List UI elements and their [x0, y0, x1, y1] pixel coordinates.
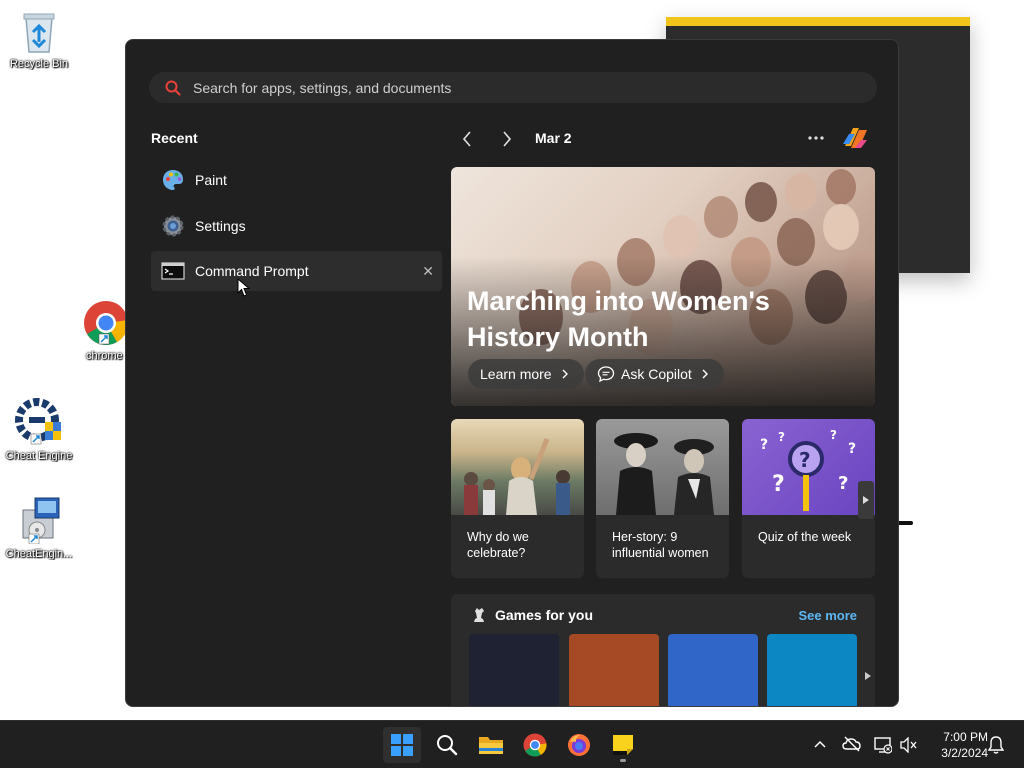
- remove-recent-button[interactable]: ✕: [422, 263, 434, 280]
- file-explorer-icon: [479, 737, 503, 754]
- cards-next-button[interactable]: [858, 481, 874, 519]
- firefox-icon: [568, 734, 590, 756]
- windows-logo-icon: [391, 734, 413, 756]
- games-heading: Games for you: [471, 607, 593, 623]
- game-tile[interactable]: [767, 634, 857, 706]
- recent-heading: Recent: [151, 130, 198, 146]
- start-search-box[interactable]: [149, 72, 877, 103]
- recent-item-paint[interactable]: Paint: [151, 160, 442, 200]
- search-icon: [437, 735, 458, 756]
- start-menu: Recent Paint Settings: [125, 39, 899, 707]
- recent-item-label: Paint: [195, 172, 227, 188]
- desktop-icon-cheat-engine[interactable]: Cheat Engine: [0, 398, 78, 462]
- desktop-icon-label: Recycle Bin: [9, 58, 69, 70]
- notification-bell-icon[interactable]: [988, 736, 1004, 754]
- games-title: Games for you: [495, 607, 594, 623]
- taskbar: 7:00 PM 3/2/2024: [0, 720, 1024, 768]
- ask-copilot-button[interactable]: Ask Copilot: [585, 359, 724, 389]
- start-button[interactable]: [383, 727, 421, 763]
- learn-more-button[interactable]: Learn more: [468, 359, 584, 389]
- taskbar-chrome[interactable]: [516, 727, 554, 763]
- chevron-right-icon: [562, 369, 568, 379]
- game-tile[interactable]: [569, 634, 659, 706]
- chevron-right-icon[interactable]: [501, 130, 513, 148]
- taskbar-sticky-notes[interactable]: [604, 727, 642, 763]
- svg-text:?: ?: [778, 430, 785, 444]
- svg-text:?: ?: [830, 428, 837, 442]
- paint-icon: [161, 168, 185, 192]
- hero-story-card[interactable]: Marching into Women's History Month Lear…: [451, 167, 875, 406]
- sticky-notes-icon: [613, 735, 633, 755]
- ask-copilot-label: Ask Copilot: [621, 366, 692, 382]
- triangle-right-icon: [863, 496, 869, 504]
- chrome-icon: [523, 733, 547, 757]
- chrome-icon: [84, 301, 129, 345]
- terminal-icon: [161, 259, 185, 283]
- copilot-icon[interactable]: [839, 122, 871, 154]
- svg-text:?: ?: [772, 472, 785, 497]
- story-card-image: ? ? ? ? ? ? ?: [742, 419, 875, 515]
- svg-text:?: ?: [848, 441, 856, 457]
- story-card-image: [596, 419, 729, 515]
- widgets-date: Mar 2: [535, 130, 572, 146]
- recent-item-command-prompt[interactable]: Command Prompt ✕: [151, 251, 442, 291]
- learn-more-label: Learn more: [480, 366, 552, 382]
- onedrive-offline-icon[interactable]: [842, 736, 862, 752]
- recent-item-label: Command Prompt: [195, 263, 309, 279]
- taskbar-clock[interactable]: 7:00 PM 3/2/2024: [924, 729, 988, 761]
- svg-text:?: ?: [760, 437, 768, 453]
- clock-date: 3/2/2024: [941, 746, 988, 760]
- story-card[interactable]: Why do we celebrate?: [451, 419, 584, 578]
- mouse-cursor-icon: [237, 278, 251, 297]
- recycle-bin-icon: [23, 13, 55, 53]
- chevron-left-icon[interactable]: [461, 130, 473, 148]
- volume-muted-icon[interactable]: [900, 737, 918, 753]
- search-icon: [165, 80, 181, 96]
- gear-icon: [161, 214, 185, 238]
- chevron-right-icon: [702, 369, 708, 379]
- recent-item-label: Settings: [195, 218, 246, 234]
- chess-piece-icon: [474, 608, 484, 622]
- game-tile[interactable]: [469, 634, 559, 706]
- games-for-you-card: Games for you See more: [451, 594, 875, 706]
- desktop-icon-label: CheatEngin...: [5, 548, 73, 560]
- widgets-navigation: Mar 2: [451, 128, 876, 150]
- cheat-engine-icon: [15, 398, 61, 445]
- taskbar-search-button[interactable]: [428, 727, 466, 763]
- svg-text:?: ?: [799, 448, 811, 472]
- game-tile[interactable]: [668, 634, 758, 706]
- hero-title[interactable]: Marching into Women's History Month: [467, 283, 827, 355]
- story-card-caption: Quiz of the week: [758, 530, 852, 544]
- story-card-caption: Her-story: 9 influential women: [612, 530, 709, 560]
- chevron-up-icon[interactable]: [813, 739, 827, 749]
- story-card-image: [451, 419, 584, 515]
- story-card[interactable]: Her-story: 9 influential women: [596, 419, 729, 578]
- installer-icon: [22, 497, 60, 544]
- desktop-icon-recycle-bin[interactable]: Recycle Bin: [0, 8, 78, 70]
- network-disconnected-icon[interactable]: [874, 736, 892, 754]
- story-card-caption: Why do we celebrate?: [467, 530, 529, 560]
- svg-text:?: ?: [838, 473, 848, 494]
- more-options-icon[interactable]: [808, 136, 824, 140]
- recent-item-settings[interactable]: Settings: [151, 206, 442, 246]
- clock-time: 7:00 PM: [943, 730, 988, 744]
- search-input[interactable]: [193, 79, 793, 96]
- desktop-icon-label: Cheat Engine: [5, 450, 73, 462]
- taskbar-file-explorer[interactable]: [472, 727, 510, 763]
- taskbar-firefox[interactable]: [560, 727, 598, 763]
- triangle-right-icon[interactable]: [865, 672, 871, 680]
- desktop-icon-cheat-engine-installer[interactable]: CheatEngin...: [0, 496, 78, 560]
- see-more-link[interactable]: See more: [798, 608, 857, 623]
- running-indicator: [620, 759, 626, 762]
- story-card[interactable]: ? ? ? ? ? ? ? Quiz of the week: [742, 419, 875, 578]
- chat-bubble-icon: [597, 366, 615, 383]
